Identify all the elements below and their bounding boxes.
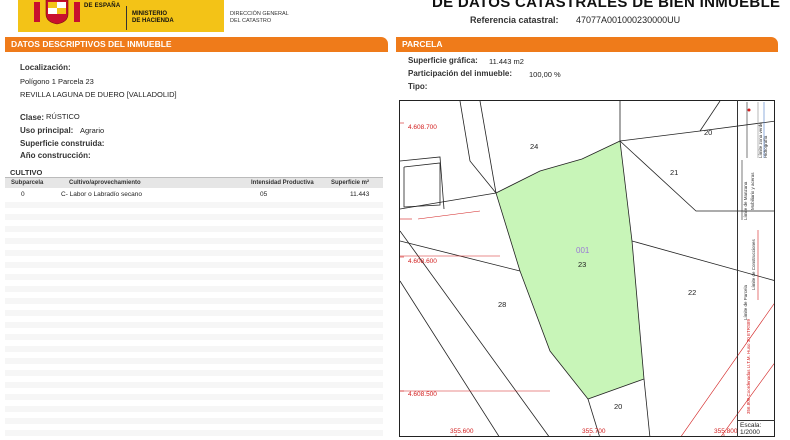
location-label: Localización: xyxy=(20,63,71,72)
directorate-label-2: DEL CATASTRO xyxy=(230,18,272,24)
column-header-crop: Cultivo/aprovechamiento xyxy=(69,180,141,186)
parcel-number-24: 24 xyxy=(530,142,538,151)
class-label: Clase: xyxy=(20,113,45,122)
legend-item-construction-limit: Límite de Construcciones xyxy=(751,239,756,290)
column-header-area: Superficie m² xyxy=(331,180,370,186)
logo-divider xyxy=(126,6,127,30)
location-line-2: REVILLA LAGUNA DE DUERO [VALLADOLID] xyxy=(20,90,177,99)
scale-value: 1/2000 xyxy=(740,429,760,436)
document-title: DE DATOS CATASTRALES DE BIEN INMUEBLE xyxy=(432,0,781,11)
cell-subparcel: 0 xyxy=(21,191,25,198)
highlighted-parcel xyxy=(495,140,645,400)
legend-item-block-limit: Límite de Manzana xyxy=(743,181,748,220)
cadastral-reference-label: Referencia catastral: xyxy=(470,15,559,25)
ministry-label-2: DE HACIENDA xyxy=(132,18,174,24)
coord-label-n3: 4.608.500 xyxy=(408,391,437,398)
map-legend: Límite de Manzana Límite de Parcela Lími… xyxy=(737,100,775,425)
legend-item-hydrography: Hidrografía xyxy=(763,135,768,158)
coord-label-e3: 355.800 xyxy=(714,428,738,435)
cell-intensity: 05 xyxy=(260,191,268,198)
coord-label-e1: 355.600 xyxy=(450,428,474,435)
coord-label-e2: 355.700 xyxy=(582,428,606,435)
table-row: 0 C- Labor o Labradío secano 05 11.443 xyxy=(5,188,383,200)
parcel-number-22: 22 xyxy=(688,288,696,297)
crop-section-title: CULTIVO xyxy=(10,168,43,177)
participation-label: Participación del inmueble: xyxy=(408,69,513,78)
coat-of-arms-icon xyxy=(34,0,80,25)
graphic-area-value: 11.443 m2 xyxy=(489,57,524,66)
legend-footer-coordinates: 356.800 Coordenadas U.T.M. Huso 30 ETRS8… xyxy=(746,318,751,414)
parcel-number-21: 21 xyxy=(670,168,678,177)
main-use-label: Uso principal: xyxy=(20,126,74,135)
country-label: DE ESPAÑA xyxy=(84,3,121,9)
built-area-label: Superficie construida: xyxy=(20,139,105,148)
participation-value: 100,00 % xyxy=(529,70,561,79)
column-header-subparcel: Subparcela xyxy=(11,180,44,186)
parcel-section-header: PARCELA xyxy=(396,37,778,52)
cell-crop: C- Labor o Labradío secano xyxy=(61,191,142,198)
main-use-value: Agrario xyxy=(80,126,105,135)
parcel-number-20-top: 20 xyxy=(704,128,712,137)
cadastral-map: 4.608.700 4.608.600 4.608.500 355.600 35… xyxy=(399,100,775,437)
class-value: RÚSTICO xyxy=(46,112,80,121)
scale-box: Escala: 1/2000 xyxy=(737,420,775,437)
parcel-number-23: 23 xyxy=(578,260,586,269)
coord-label-n2: 4.608.600 xyxy=(408,258,437,265)
ministry-label-1: MINISTERIO xyxy=(132,11,168,17)
scale-label: Escala: xyxy=(740,422,762,429)
cell-area: 11.443 xyxy=(350,191,370,198)
spain-government-logo: DE ESPAÑA MINISTERIO DE HACIENDA xyxy=(18,0,224,32)
graphic-area-label: Superficie gráfica: xyxy=(408,56,478,65)
type-label: Tipo: xyxy=(408,82,428,91)
directorate-label-block: DIRECCIÓN GENERAL DEL CATASTRO xyxy=(224,0,306,32)
parcel-number-20-bottom: 20 xyxy=(614,402,622,411)
coord-label-n1: 4.608.700 xyxy=(408,124,437,131)
subparcel-code: 001 xyxy=(576,246,590,255)
parcel-number-28: 28 xyxy=(498,300,506,309)
descriptive-data-section-header: DATOS DESCRIPTIVOS DEL INMUEBLE xyxy=(5,37,388,52)
crop-table-header: Subparcela Cultivo/aprovechamiento Inten… xyxy=(5,177,383,188)
table-empty-rows xyxy=(5,202,383,440)
legend-item-furniture: Mobiliario y aceras xyxy=(750,172,755,210)
crop-table: Subparcela Cultivo/aprovechamiento Inten… xyxy=(5,177,383,200)
legend-item-parcel-limit: Límite de Parcela xyxy=(743,284,748,320)
legend-marker-icon xyxy=(747,108,751,112)
construction-year-label: Año construcción: xyxy=(20,151,91,160)
cadastral-reference-value: 47077A001000230000UU xyxy=(576,15,681,25)
directorate-label-1: DIRECCIÓN GENERAL xyxy=(230,11,289,17)
location-line-1: Polígono 1 Parcela 23 xyxy=(20,77,94,86)
map-drawing: 4.608.700 4.608.600 4.608.500 355.600 35… xyxy=(400,101,774,436)
column-header-intensity: Intensidad Productiva xyxy=(251,180,314,186)
